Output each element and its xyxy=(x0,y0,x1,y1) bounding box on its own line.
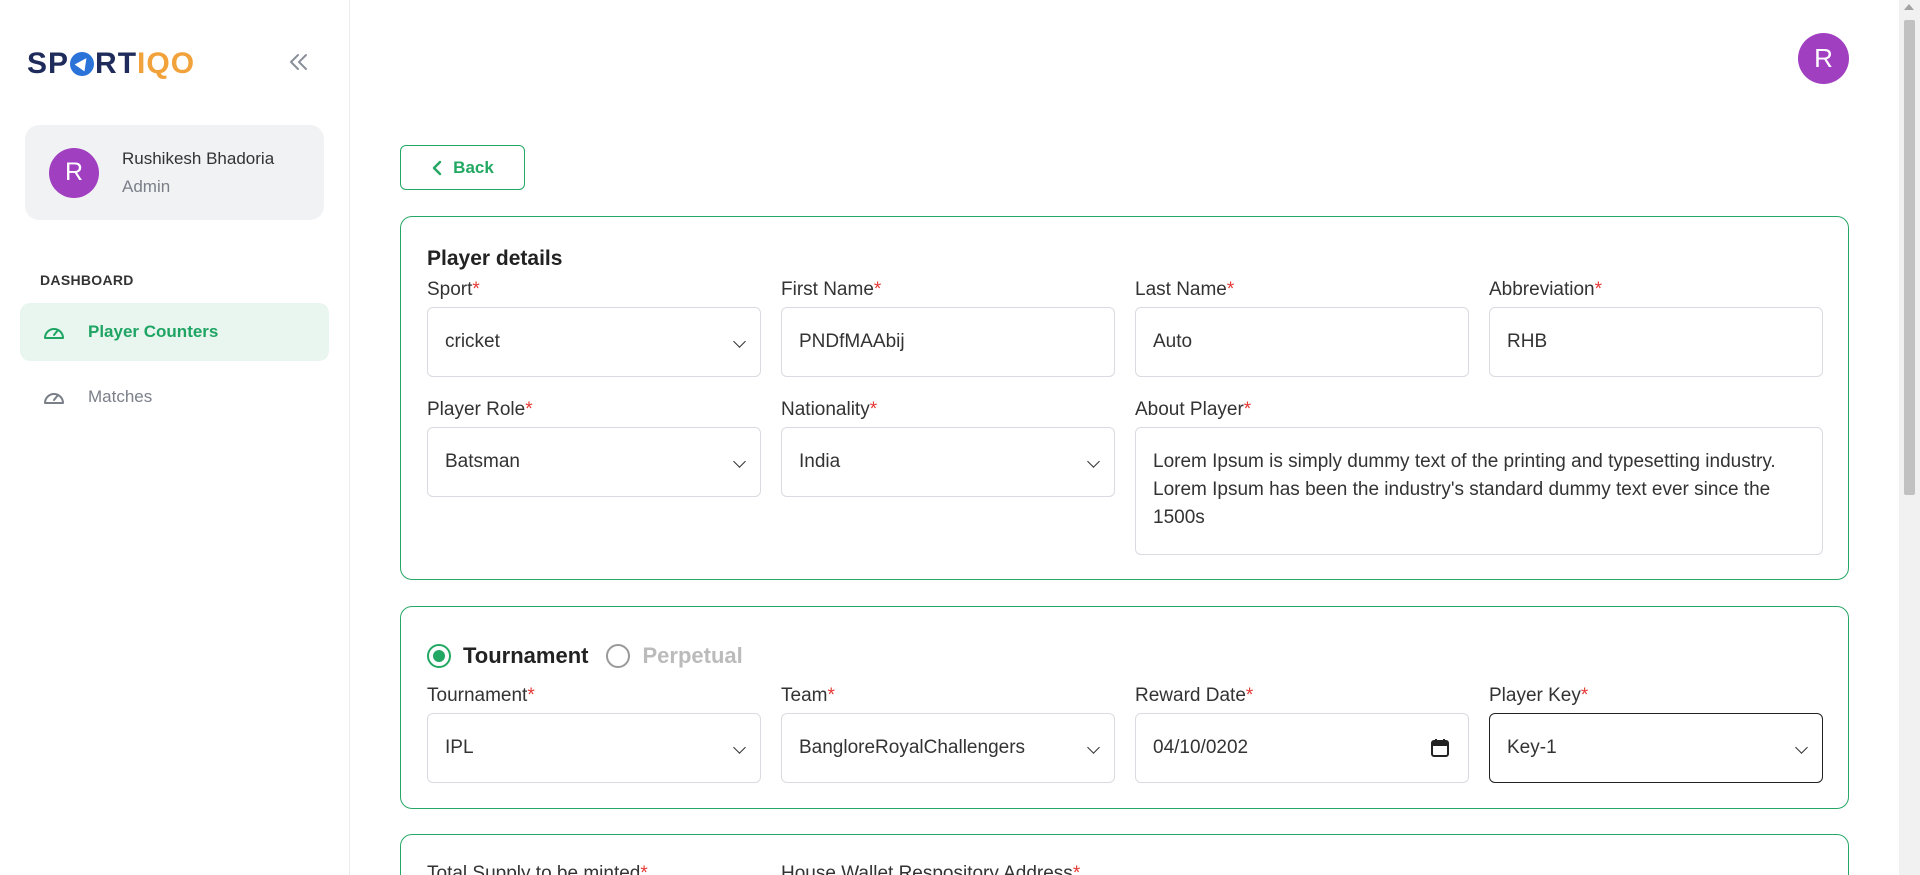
sidebar-item-matches[interactable]: Matches xyxy=(20,368,329,426)
first-name-input[interactable]: PNDfMAAbij xyxy=(781,307,1115,377)
about-player-label: About Player* xyxy=(1135,399,1252,420)
logo-text-rt: RT xyxy=(95,47,138,80)
house-wallet-label: House Wallet Respository Address* xyxy=(781,863,1081,875)
team-label: Team* xyxy=(781,685,835,706)
last-name-input[interactable]: Auto xyxy=(1135,307,1469,377)
player-role-label: Player Role* xyxy=(427,399,533,420)
user-card: R Rushikesh Bhadoria Admin xyxy=(25,125,324,220)
logo-ball-icon xyxy=(70,52,95,76)
sidebar-item-label: Matches xyxy=(88,387,153,406)
user-name: Rushikesh Bhadoria xyxy=(122,148,275,168)
abbreviation-input[interactable]: RHB xyxy=(1489,307,1823,377)
user-info: Rushikesh Bhadoria Admin xyxy=(122,149,274,197)
avatar: R xyxy=(49,147,99,198)
supply-card: Total Supply to be minted* House Wallet … xyxy=(400,834,1849,875)
total-supply-label: Total Supply to be minted* xyxy=(427,863,648,875)
sport-label: Sport* xyxy=(427,279,480,300)
tournament-radio-label[interactable]: Tournament xyxy=(463,643,588,669)
player-details-card: Player details Sport* cricket First Name… xyxy=(400,216,1849,580)
gauge-icon xyxy=(44,328,64,339)
reward-date-label: Reward Date* xyxy=(1135,685,1254,706)
perpetual-radio-label[interactable]: Perpetual xyxy=(642,643,742,669)
logo-text-iqo: IQO xyxy=(137,47,196,80)
collapse-sidebar-button[interactable] xyxy=(285,48,313,76)
nationality-label: Nationality* xyxy=(781,399,878,420)
section-label-dashboard: DASHBOARD xyxy=(40,272,134,288)
calendar-icon[interactable] xyxy=(1430,738,1450,758)
sportiqo-logo[interactable]: SP RT IQO xyxy=(27,47,196,80)
gauge-icon xyxy=(44,393,64,404)
chevron-left-icon xyxy=(432,160,442,175)
tournament-select[interactable]: IPL xyxy=(427,713,761,783)
tournament-radio[interactable] xyxy=(427,644,451,668)
back-button[interactable]: Back xyxy=(400,145,525,190)
scroll-up-arrow-icon[interactable] xyxy=(1904,4,1914,10)
perpetual-radio[interactable] xyxy=(606,644,631,668)
last-name-label: Last Name* xyxy=(1135,279,1235,300)
reward-type-radio-group: Tournament Perpetual xyxy=(427,643,761,669)
tournament-label: Tournament* xyxy=(427,685,535,706)
sport-select[interactable]: cricket xyxy=(427,307,761,377)
sidebar: SP RT IQO R Rushikesh Bhadoria Admin DAS… xyxy=(0,0,350,875)
reward-date-input[interactable]: 04/10/0202 xyxy=(1135,713,1469,783)
abbreviation-label: Abbreviation* xyxy=(1489,279,1603,300)
user-role: Admin xyxy=(122,176,171,196)
first-name-label: First Name* xyxy=(781,279,882,300)
sidebar-item-player-counters[interactable]: Player Counters xyxy=(20,303,329,361)
logo-text-sp: SP xyxy=(27,47,70,80)
nationality-select[interactable]: India xyxy=(781,427,1115,497)
player-key-label: Player Key* xyxy=(1489,685,1589,706)
about-player-textarea[interactable]: Lorem Ipsum is simply dummy text of the … xyxy=(1135,427,1823,555)
sidebar-item-label: Player Counters xyxy=(88,322,219,341)
scrollbar-thumb[interactable] xyxy=(1904,20,1915,495)
back-label: Back xyxy=(453,157,494,177)
team-select[interactable]: BangloreRoyalChallengers xyxy=(781,713,1115,783)
reward-card: Tournament Perpetual Tournament* IPL Tea… xyxy=(400,606,1849,809)
player-key-select[interactable]: Key-1 xyxy=(1489,713,1823,783)
double-chevron-left-icon xyxy=(290,54,307,70)
profile-avatar-button[interactable]: R xyxy=(1798,33,1849,84)
player-role-select[interactable]: Batsman xyxy=(427,427,761,497)
card-title: Player details xyxy=(427,247,563,270)
